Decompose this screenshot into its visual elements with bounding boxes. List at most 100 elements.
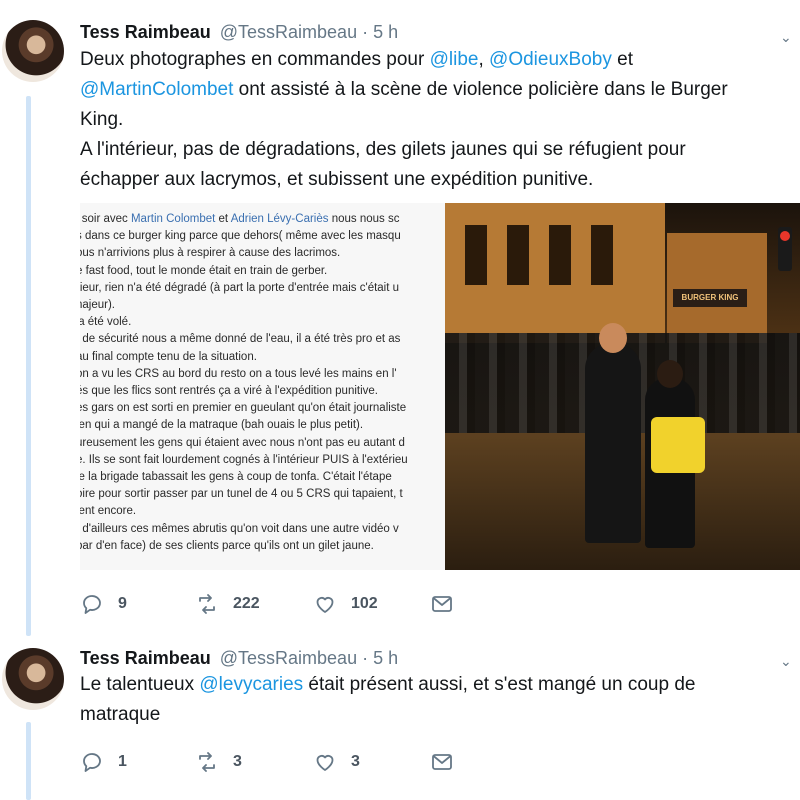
tweet[interactable]: ⌄ Tess Raimbeau @TessRaimbeau · 5 h Le t… — [0, 640, 800, 800]
tweet-header: Tess Raimbeau @TessRaimbeau · 5 h — [80, 646, 398, 670]
tweet-media[interactable]: i soir avec Martin Colombet et Adrien Lé… — [80, 203, 800, 570]
traffic-light — [778, 227, 792, 271]
retweet-button[interactable]: 3 — [195, 748, 242, 776]
note-text-segment: t d'ailleurs ces mêmes abrutis qu'on voi… — [80, 522, 399, 535]
tweet[interactable]: ⌄ Tess Raimbeau @TessRaimbeau · 5 h Deux… — [0, 0, 800, 640]
note-line: t de sécurité nous a même donné de l'eau… — [80, 331, 445, 348]
note-line: s dans ce burger king parce que dehors( … — [80, 228, 445, 245]
text-line: @MartinColombet ont assisté à la scène d… — [80, 75, 780, 105]
note-text-segment: es gars on est sorti en premier en gueul… — [80, 402, 407, 415]
text-line: Deux photographes en commandes pour @lib… — [80, 45, 780, 75]
separator-dot: · — [362, 648, 369, 668]
timestamp[interactable]: 5 h — [373, 648, 398, 668]
note-name-link: Martin Colombet — [130, 213, 216, 225]
envelope-icon — [432, 596, 452, 612]
note-line: najeur). — [80, 297, 445, 314]
tweet-text: Le talentueux @levycaries était présent … — [80, 670, 780, 730]
text-segment: matraque — [80, 704, 161, 725]
yellow-vest — [651, 417, 705, 473]
note-line: rieur, rien n'a été dégradé (à part la p… — [80, 280, 445, 297]
note-line: i soir avec Martin Colombet et Adrien Lé… — [80, 211, 445, 228]
note-line: t d'ailleurs ces mêmes abrutis qu'on voi… — [80, 521, 445, 538]
dm-button[interactable] — [430, 748, 454, 776]
text-segment: échapper aux lacrymos, et subissent une … — [80, 169, 594, 190]
note-text-segment: et — [215, 213, 231, 225]
man-figure — [585, 323, 641, 543]
reply-icon — [83, 753, 101, 772]
note-line: e. Ils se sont fait lourdement cognés à … — [80, 452, 445, 469]
note-line: ureusement les gens qui étaient avec nou… — [80, 435, 445, 452]
note-text-segment: ous n'arrivions plus à respirer à cause … — [80, 247, 341, 260]
note-text: i soir avec Martin Colombet et Adrien Lé… — [80, 203, 445, 555]
text-line: matraque — [80, 700, 780, 730]
note-line: ient encore. — [80, 503, 445, 520]
like-count: 3 — [351, 753, 360, 770]
reply-button[interactable]: 9 — [80, 590, 127, 618]
note-text-segment: on a vu les CRS au bord du resto on a to… — [80, 367, 397, 380]
like-button[interactable]: 102 — [313, 590, 378, 618]
chevron-down-icon[interactable]: ⌄ — [780, 30, 794, 44]
author-handle[interactable]: @TessRaimbeau — [220, 648, 357, 668]
note-line: bar d'en face) de ses clients parce qu'i… — [80, 538, 445, 555]
note-text-segment: t de sécurité nous a même donné de l'eau… — [80, 333, 401, 346]
like-button[interactable]: 3 — [313, 748, 360, 776]
tweet-text: Deux photographes en commandes pour @lib… — [80, 45, 780, 195]
retweet-icon — [199, 594, 215, 614]
retweet-count: 222 — [233, 595, 260, 612]
reply-button[interactable]: 1 — [80, 748, 127, 776]
text-segment: et — [611, 49, 633, 70]
mention-link[interactable]: @levycaries — [199, 674, 303, 695]
mention-link[interactable]: @OdieuxBoby — [489, 49, 612, 70]
mention-link[interactable]: @MartinColombet — [80, 79, 233, 100]
text-segment: , — [478, 49, 490, 70]
note-line: e fast food, tout le monde était en trai… — [80, 263, 445, 280]
note-text-segment: au final compte tenu de la situation. — [80, 350, 257, 363]
media-photo[interactable]: BURGER KING — [445, 203, 800, 570]
retweet-icon — [199, 752, 215, 772]
mention-link[interactable]: @libe — [430, 49, 479, 70]
author-handle[interactable]: @TessRaimbeau — [220, 22, 357, 42]
separator-dot: · — [362, 22, 369, 42]
like-count: 102 — [351, 595, 378, 612]
note-text-segment: bar d'en face) de ses clients parce qu'i… — [80, 539, 374, 552]
note-text-segment: s dans ce burger king parce que dehors( … — [80, 230, 401, 243]
note-line: au final compte tenu de la situation. — [80, 349, 445, 366]
author-name[interactable]: Tess Raimbeau — [80, 22, 211, 42]
note-line: on a vu les CRS au bord du resto on a to… — [80, 366, 445, 383]
envelope-icon — [432, 754, 452, 770]
text-line: Le talentueux @levycaries était présent … — [80, 670, 780, 700]
note-text-segment: rieur, rien n'a été dégradé (à part la p… — [80, 281, 400, 294]
reply-count: 9 — [118, 595, 127, 612]
burger-king-sign: BURGER KING — [673, 289, 747, 307]
note-line: oire pour sortir passer par un tunel de … — [80, 486, 445, 503]
note-line: és que les flics sont rentrés ça a viré … — [80, 383, 445, 400]
note-name-link: Adrien Lévy-Cariès — [230, 213, 329, 225]
avatar[interactable] — [2, 648, 64, 710]
text-segment: était présent aussi, et s'est mangé un c… — [303, 674, 696, 695]
dm-button[interactable] — [430, 590, 454, 618]
tweet-header: Tess Raimbeau @TessRaimbeau · 5 h — [80, 20, 398, 44]
retweet-count: 3 — [233, 753, 242, 770]
note-text-segment: e. Ils se sont fait lourdement cognés à … — [80, 453, 408, 466]
note-text-segment: oire pour sortir passer par un tunel de … — [80, 488, 403, 501]
note-line: es gars on est sorti en premier en gueul… — [80, 400, 445, 417]
chevron-down-icon[interactable]: ⌄ — [780, 654, 794, 668]
timestamp[interactable]: 5 h — [373, 22, 398, 42]
text-segment: King. — [80, 109, 124, 130]
media-note-screenshot[interactable]: i soir avec Martin Colombet et Adrien Lé… — [80, 203, 445, 570]
note-line: 'a été volé. — [80, 314, 445, 331]
tweet-actions: 9 222 102 — [80, 590, 480, 618]
note-text-segment: e fast food, tout le monde était en trai… — [80, 264, 328, 277]
note-text-segment: le la brigade tabassait les gens à coup … — [80, 471, 392, 484]
heart-icon — [316, 597, 334, 613]
author-name[interactable]: Tess Raimbeau — [80, 648, 211, 668]
avatar[interactable] — [2, 20, 64, 82]
reply-icon — [83, 595, 101, 614]
text-segment: Deux photographes en commandes pour — [80, 49, 430, 70]
heart-icon — [316, 755, 334, 771]
note-text-segment: nous nous sc — [328, 213, 400, 225]
note-line: ien qui a mangé de la matraque (bah ouai… — [80, 417, 445, 434]
retweet-button[interactable]: 222 — [195, 590, 260, 618]
note-line: ous n'arrivions plus à respirer à cause … — [80, 245, 445, 262]
note-text-segment: ient encore. — [80, 505, 137, 518]
